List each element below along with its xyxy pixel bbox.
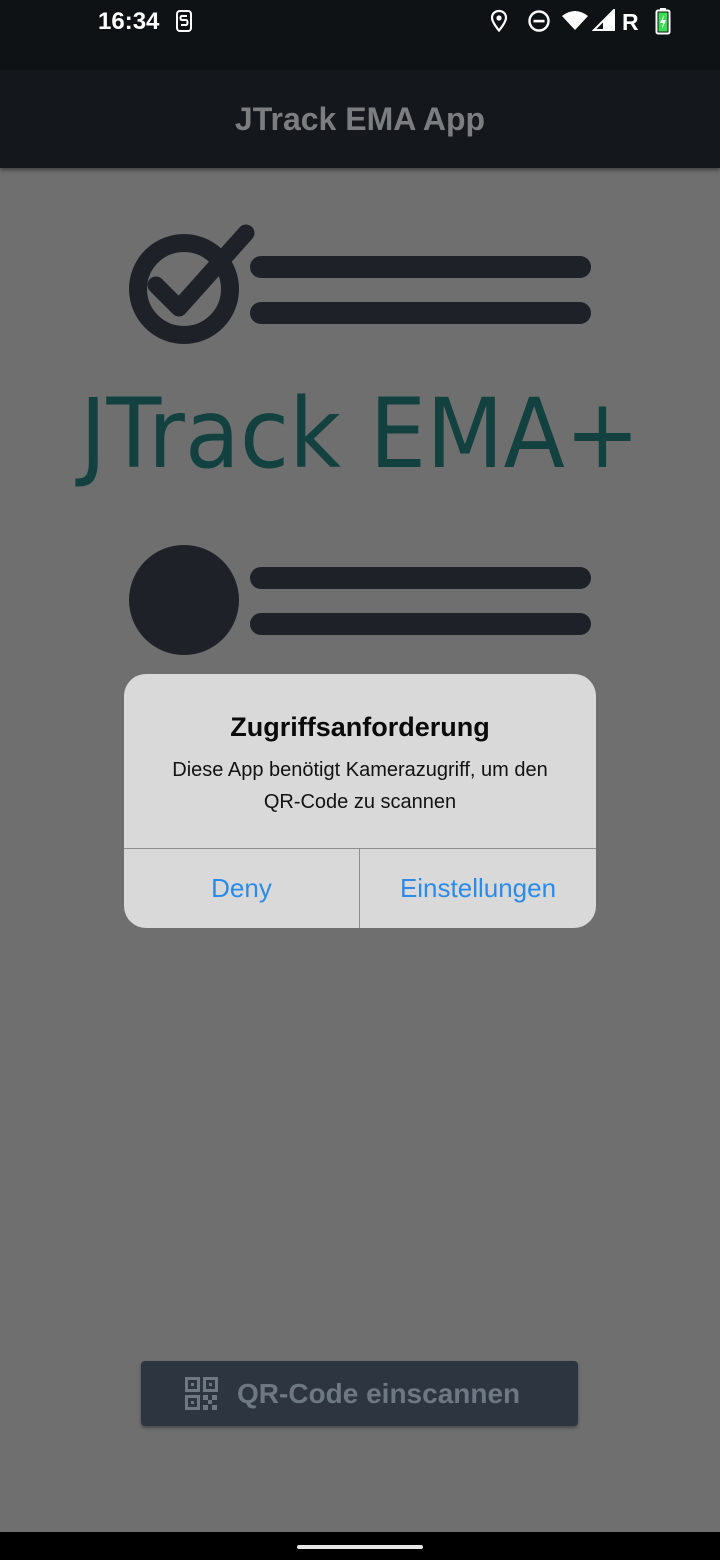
do-not-disturb-icon (528, 10, 550, 32)
battery-charging-icon (655, 8, 671, 35)
status-time: 16:34 (98, 8, 160, 35)
scan-qr-button[interactable]: QR-Code einscannen (141, 1361, 578, 1426)
navigation-bar (0, 1532, 720, 1560)
wifi-icon (562, 11, 588, 30)
logo-line (250, 256, 591, 278)
qr-code-icon (185, 1377, 218, 1410)
logo-line (250, 567, 591, 589)
app-title: JTrack EMA App (234, 101, 486, 137)
home-pill[interactable] (297, 1545, 423, 1549)
permission-dialog: Zugriffsanforderung Diese App benötigt K… (124, 674, 596, 928)
location-icon (490, 9, 508, 33)
dialog-message: Diese App benötigt Kamerazugriff, um den… (172, 759, 548, 813)
roaming-indicator: R (622, 9, 639, 35)
app-bar: JTrack EMA App (0, 70, 720, 168)
dialog-title: Zugriffsanforderung (230, 712, 490, 742)
notification-s-icon (176, 10, 192, 32)
scan-qr-label: QR-Code einscannen (237, 1378, 521, 1409)
checkmark-logo-icon (129, 224, 255, 344)
logo-circle (129, 545, 239, 655)
settings-button[interactable]: Einstellungen (360, 849, 596, 928)
logo-wordmark: JTrack EMA+ (75, 378, 640, 490)
status-bar: 16:34 R (0, 0, 720, 70)
logo-line (250, 302, 591, 324)
deny-button[interactable]: Deny (124, 849, 359, 928)
app-logo: JTrack EMA+ (75, 224, 640, 655)
signal-icon (592, 9, 615, 31)
logo-line (250, 613, 591, 635)
